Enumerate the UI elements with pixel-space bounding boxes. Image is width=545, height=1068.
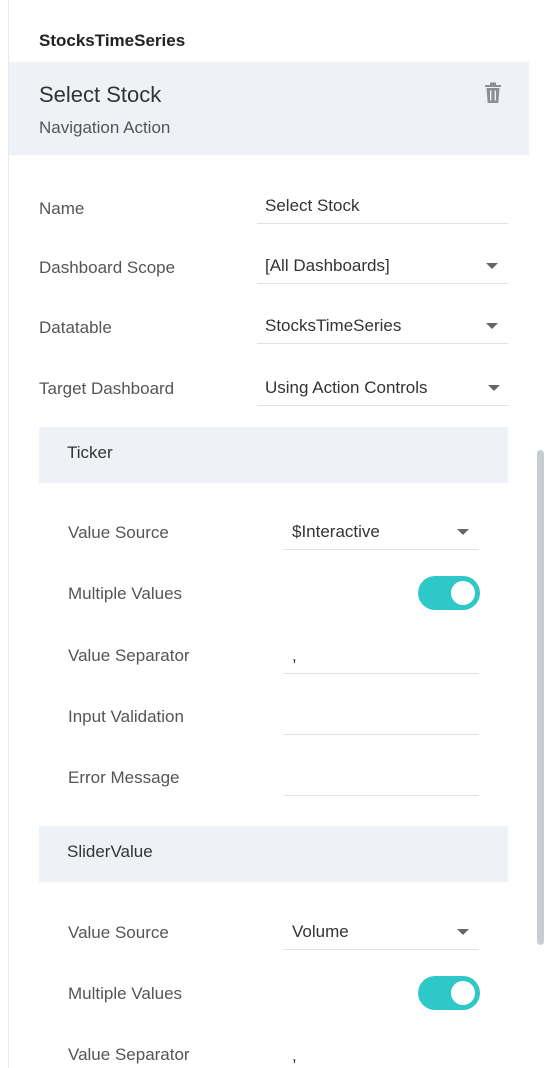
value-source-select[interactable]: Volume: [284, 914, 479, 950]
datasource-title: StocksTimeSeries: [39, 31, 186, 50]
target-dashboard-label: Target Dashboard: [39, 379, 175, 398]
value-separator-label: Value Separator: [68, 1045, 190, 1064]
name-field[interactable]: Select Stock: [257, 188, 508, 224]
chevron-down-icon: [457, 529, 469, 535]
action-name: Select Stock: [39, 82, 162, 107]
multiple-values-toggle[interactable]: [418, 576, 480, 610]
action-type: Navigation Action: [39, 118, 171, 137]
dashboard-scope-label: Dashboard Scope: [39, 258, 176, 277]
value-separator-label: Value Separator: [68, 646, 190, 665]
value-separator-field[interactable]: ,: [284, 638, 479, 674]
chevron-down-icon: [486, 323, 498, 329]
vertical-scrollbar[interactable]: [537, 450, 544, 945]
error-message-field[interactable]: [284, 760, 479, 796]
input-validation-label: Input Validation: [68, 707, 184, 726]
value-separator-value: ,: [292, 646, 297, 665]
toggle-knob: [451, 981, 475, 1005]
error-message-label: Error Message: [68, 768, 180, 787]
datatable-select[interactable]: StocksTimeSeries: [257, 308, 508, 344]
value-source-value: Volume: [292, 922, 349, 941]
trash-icon[interactable]: [483, 82, 503, 104]
parameter-title: SliderValue: [67, 842, 153, 861]
value-separator-value: ,: [292, 1046, 297, 1065]
value-source-select[interactable]: $Interactive: [284, 514, 479, 550]
multiple-values-label: Multiple Values: [68, 584, 183, 603]
value-source-label: Value Source: [68, 923, 169, 942]
value-separator-field[interactable]: ,: [284, 1038, 479, 1068]
dashboard-scope-select[interactable]: [All Dashboards]: [257, 248, 508, 284]
chevron-down-icon: [488, 385, 500, 391]
input-validation-field[interactable]: [284, 699, 479, 735]
target-dashboard-value: Using Action Controls: [265, 378, 428, 397]
toggle-knob: [451, 581, 475, 605]
chevron-down-icon: [457, 929, 469, 935]
dashboard-scope-value: [All Dashboards]: [265, 256, 390, 275]
chevron-down-icon: [486, 263, 498, 269]
parameter-section-slidervalue: SliderValue: [39, 826, 508, 882]
action-settings-panel: StocksTimeSeries Select Stock Navigation…: [8, 0, 529, 1068]
datatable-label: Datatable: [39, 318, 112, 337]
parameter-title: Ticker: [67, 443, 113, 462]
name-label: Name: [39, 199, 85, 218]
target-dashboard-select[interactable]: Using Action Controls: [257, 370, 508, 406]
name-value: Select Stock: [265, 196, 360, 215]
value-source-label: Value Source: [68, 523, 169, 542]
value-source-value: $Interactive: [292, 522, 380, 541]
datatable-value: StocksTimeSeries: [265, 316, 402, 335]
multiple-values-toggle[interactable]: [418, 976, 480, 1010]
parameter-section-ticker: Ticker: [39, 427, 508, 483]
action-header: Select Stock Navigation Action: [9, 62, 529, 155]
multiple-values-label: Multiple Values: [68, 984, 183, 1003]
